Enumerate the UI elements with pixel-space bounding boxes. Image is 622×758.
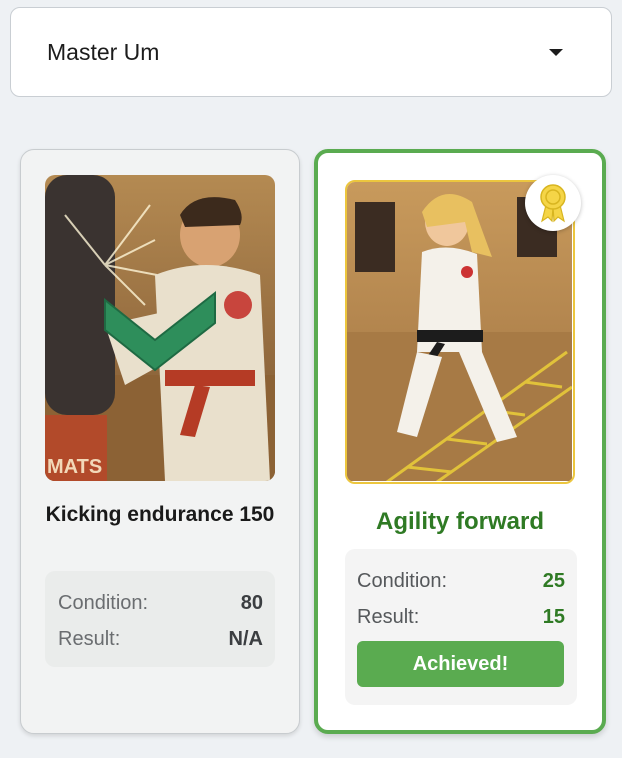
condition-row: Condition: 25 [357, 563, 565, 599]
condition-value: 25 [542, 569, 565, 592]
challenge-title: Agility forward [375, 508, 544, 535]
challenge-card-agility[interactable]: Agility forward Condition: 25 Result: 15… [314, 149, 606, 734]
condition-value: 80 [240, 591, 263, 614]
result-row: Result: 15 [357, 599, 565, 635]
result-label: Result: [357, 605, 420, 628]
challenge-title: Kicking endurance 150 [45, 503, 275, 526]
master-select-value: Master Um [47, 38, 160, 65]
result-value: 15 [542, 605, 565, 628]
challenge-stats: Condition: 80 Result: N/A [45, 571, 275, 667]
master-select[interactable]: Master Um [10, 7, 612, 97]
condition-label: Condition: [357, 569, 448, 592]
achieved-button[interactable]: Achieved! [357, 641, 564, 687]
svg-text:MATS: MATS [47, 456, 102, 478]
challenge-stats: Condition: 25 Result: 15 Achieved! [345, 549, 577, 705]
kicking-illustration: MATS [45, 175, 275, 481]
condition-label: Condition: [58, 591, 149, 614]
result-label: Result: [58, 627, 121, 650]
caret-down-icon [549, 48, 563, 56]
condition-row: Condition: 80 [58, 585, 263, 621]
challenge-card-kicking[interactable]: MATS Kicking endurance 150 Condition: 80… [20, 149, 300, 734]
award-ribbon-icon [525, 175, 581, 231]
result-row: Result: N/A [58, 621, 263, 657]
result-value: N/A [228, 627, 263, 650]
